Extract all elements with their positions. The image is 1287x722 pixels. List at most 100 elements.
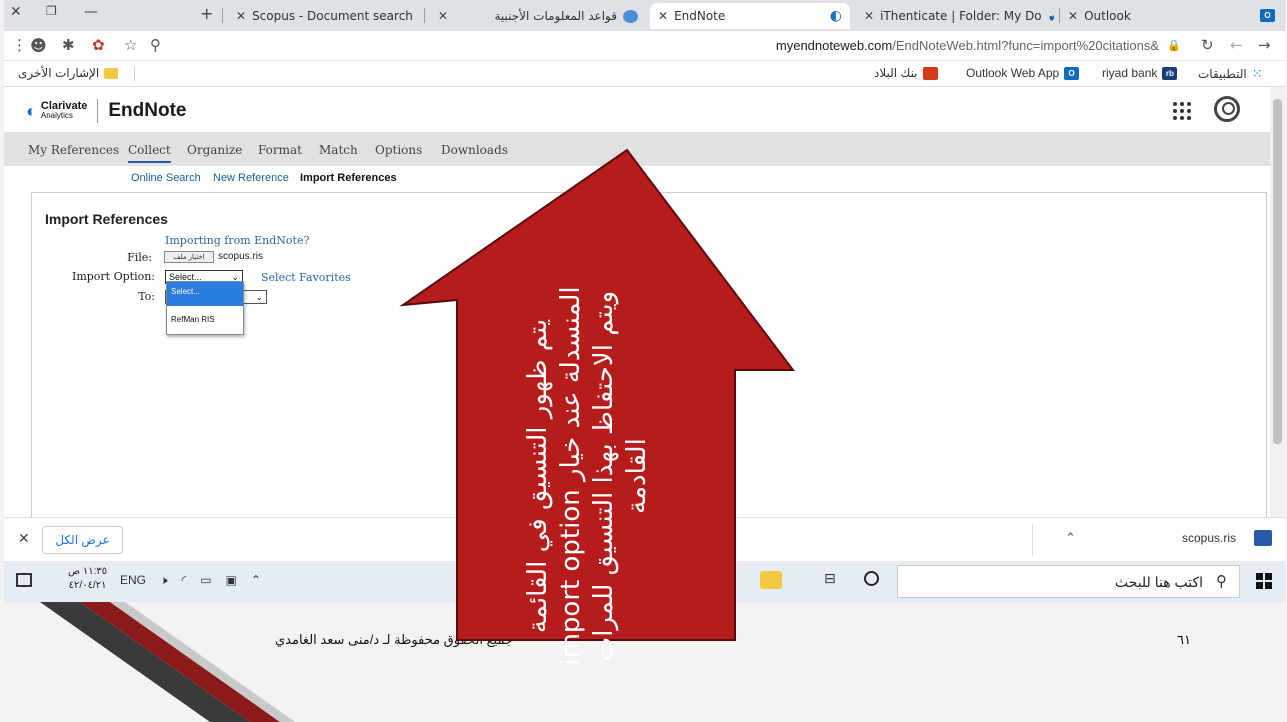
bookmark-label: التطبيقات (1198, 67, 1247, 81)
display-icon[interactable]: ▣ (226, 573, 237, 588)
clarivate-favicon: ◐ (829, 8, 842, 24)
menu-match[interactable]: Match (319, 143, 358, 157)
language-indicator[interactable]: ENG (120, 573, 146, 588)
select-favorites-link[interactable]: Select Favorites (261, 271, 351, 284)
battery-icon[interactable]: ▭ (200, 573, 211, 588)
slide-footer: جميع الحقوق محفوظة لـ د/منى سعد الغامدي (275, 632, 514, 647)
taskbar-search-box[interactable]: اكتب هنا للبحث ⚲ (897, 565, 1240, 598)
taskbar-clock[interactable]: ١١:٣٥ ص ٤٢/٠٤/٢١ (68, 565, 107, 593)
lock-icon[interactable]: 🔒 (1167, 39, 1181, 52)
download-file-name[interactable]: scopus.ris (1182, 531, 1236, 545)
page-scrollbar[interactable] (1270, 87, 1285, 517)
restore-window-icon[interactable]: ❐ (46, 4, 57, 18)
dropdown-option-refman-ris[interactable]: RefMan RIS (167, 310, 243, 334)
submenu-online-search[interactable]: Online Search (131, 172, 201, 184)
file-icon (1254, 530, 1272, 546)
chevron-down-icon: ⌄ (255, 292, 263, 302)
user-account-icon[interactable] (1214, 96, 1240, 122)
tab-label: iThenticate | Folder: My Do (880, 9, 1042, 23)
show-all-button[interactable]: عرض الكل (42, 526, 123, 554)
close-downloads-icon[interactable]: ✕ (18, 530, 30, 547)
tab-label: قواعد المعلومات الأجنبية (494, 9, 617, 23)
bookmark-riyad-bank[interactable]: riyad bank rb (1102, 66, 1178, 80)
task-view-icon[interactable]: ⊟ (824, 570, 836, 587)
chrome-app-icon[interactable] (710, 569, 732, 591)
extension-icon[interactable]: ✿ (92, 36, 105, 54)
menu-format[interactable]: Format (258, 143, 302, 157)
albilad-icon (922, 66, 938, 80)
tab-endnote[interactable]: ✕ EndNote ◐ (650, 3, 850, 29)
windows-start-icon[interactable] (1256, 573, 1272, 589)
url-field[interactable]: myendnoteweb.com/EndNoteWeb.html?func=im… (654, 38, 1159, 53)
importing-from-endnote-link[interactable]: Importing from EndNote? (165, 234, 309, 247)
back-icon[interactable]: → (1258, 36, 1271, 54)
search-placeholder: اكتب هنا للبحث (1114, 574, 1203, 590)
system-tray: ENG 🕨 ◜ ▭ ▣ ⌃ (120, 573, 261, 588)
minimize-window-icon[interactable]: — (84, 4, 98, 20)
bookmark-outlook-web-app[interactable]: Outlook Web App O (966, 66, 1080, 80)
cortana-icon[interactable] (864, 571, 879, 586)
file-explorer-icon[interactable] (760, 571, 782, 589)
tab-foreign-databases[interactable]: ✕ قواعد المعلومات الأجنبية (438, 3, 638, 29)
main-menu: My References Collect Organize Format Ma… (4, 132, 1270, 166)
search-icon: ⚲ (1216, 573, 1227, 590)
chevron-up-icon[interactable]: ⌃ (1065, 530, 1076, 546)
menu-options[interactable]: Options (375, 143, 422, 157)
tab-ithenticate[interactable]: ✕ iThenticate | Folder: My Do ✔ (864, 3, 1054, 29)
menu-my-references[interactable]: My References (28, 143, 119, 157)
kebab-menu-icon[interactable]: ⋮ (12, 36, 27, 54)
menu-organize[interactable]: Organize (187, 143, 242, 157)
tab-label: EndNote (674, 9, 726, 23)
tab-outlook[interactable]: ✕ Outlook (1068, 3, 1248, 29)
url-host: myendnoteweb.com (775, 38, 893, 53)
tab-label: Outlook (1084, 9, 1131, 23)
wifi-icon[interactable]: ◜ (182, 573, 187, 588)
choose-file-button[interactable]: اختيار ملف (164, 251, 214, 263)
bookmark-label: Outlook Web App (966, 66, 1060, 80)
profile-icon[interactable]: ☻ (30, 36, 47, 55)
bookmark-star-icon[interactable]: ☆ (124, 36, 137, 54)
slide-page-number: ٦١ (1177, 632, 1191, 647)
bookmark-apps[interactable]: التطبيقات ⁙ (1198, 66, 1263, 82)
close-window-icon[interactable]: ✕ (10, 4, 22, 20)
logo: ◐ Clarivate Analytics EndNote (26, 99, 186, 123)
globe-favicon (623, 9, 638, 23)
sub-menu: Online Search New Reference Import Refer… (4, 166, 1270, 192)
new-tab-icon[interactable]: + (200, 4, 213, 23)
brand-name: EndNote (108, 100, 187, 121)
menu-collect[interactable]: Collect (128, 143, 171, 163)
skype-app-icon[interactable] (661, 569, 683, 591)
close-tab-icon[interactable]: ✕ (658, 9, 668, 23)
menu-downloads[interactable]: Downloads (441, 143, 508, 157)
other-bookmarks-label: الإشارات الأخرى (18, 66, 100, 80)
chevron-up-icon[interactable]: ⌃ (251, 573, 261, 588)
apps-grid-icon[interactable] (1172, 101, 1192, 121)
other-bookmarks[interactable]: الإشارات الأخرى (18, 66, 119, 80)
address-bar: ⋮ ☻ ✱ ✿ ☆ ⚲ myendnoteweb.com/EndNoteWeb.… (4, 31, 1285, 61)
notifications-icon[interactable] (16, 573, 32, 587)
clarivate-logo-icon: ◐ (26, 100, 37, 121)
close-tab-icon[interactable]: ✕ (1068, 9, 1078, 23)
slide: جميع الحقوق محفوظة لـ د/منى سعد الغامدي … (0, 0, 1287, 722)
dropdown-option-select[interactable]: Select... (167, 282, 243, 306)
tab-scopus[interactable]: ✕ Scopus - Document search SC (236, 3, 416, 29)
url-path: /EndNoteWeb.html?func=import%20citations… (892, 38, 1159, 53)
annotation-caption: يتم ظهور التنسيق في القائمة المنسدلة عند… (523, 286, 652, 666)
reload-icon[interactable]: ↻ (1201, 36, 1214, 54)
scrollbar-thumb[interactable] (1273, 99, 1282, 444)
bookmark-albilad[interactable]: بنك البلاد (874, 66, 938, 80)
tab-strip: ✕ ❐ — + ✕ Scopus - Document search SC ✕ … (4, 0, 1285, 31)
bookmarks-bar: الإشارات الأخرى بنك البلاد Outlook Web A… (4, 61, 1285, 87)
import-option-dropdown: Select... RefMan RIS (166, 281, 244, 335)
volume-muted-icon[interactable]: 🕨 (160, 573, 168, 588)
submenu-new-reference[interactable]: New Reference (213, 172, 289, 184)
submenu-import-references[interactable]: Import References (300, 172, 397, 184)
close-tab-icon[interactable]: ✕ (864, 9, 874, 23)
outlook-favicon: O (1260, 9, 1275, 22)
close-tab-icon[interactable]: ✕ (236, 9, 246, 23)
forward-icon: ← (1230, 36, 1243, 54)
search-icon[interactable]: ⚲ (150, 36, 161, 54)
folder-icon (104, 67, 119, 79)
close-tab-icon[interactable]: ✕ (438, 9, 448, 23)
extension-puzzle-icon[interactable]: ✱ (62, 36, 75, 54)
